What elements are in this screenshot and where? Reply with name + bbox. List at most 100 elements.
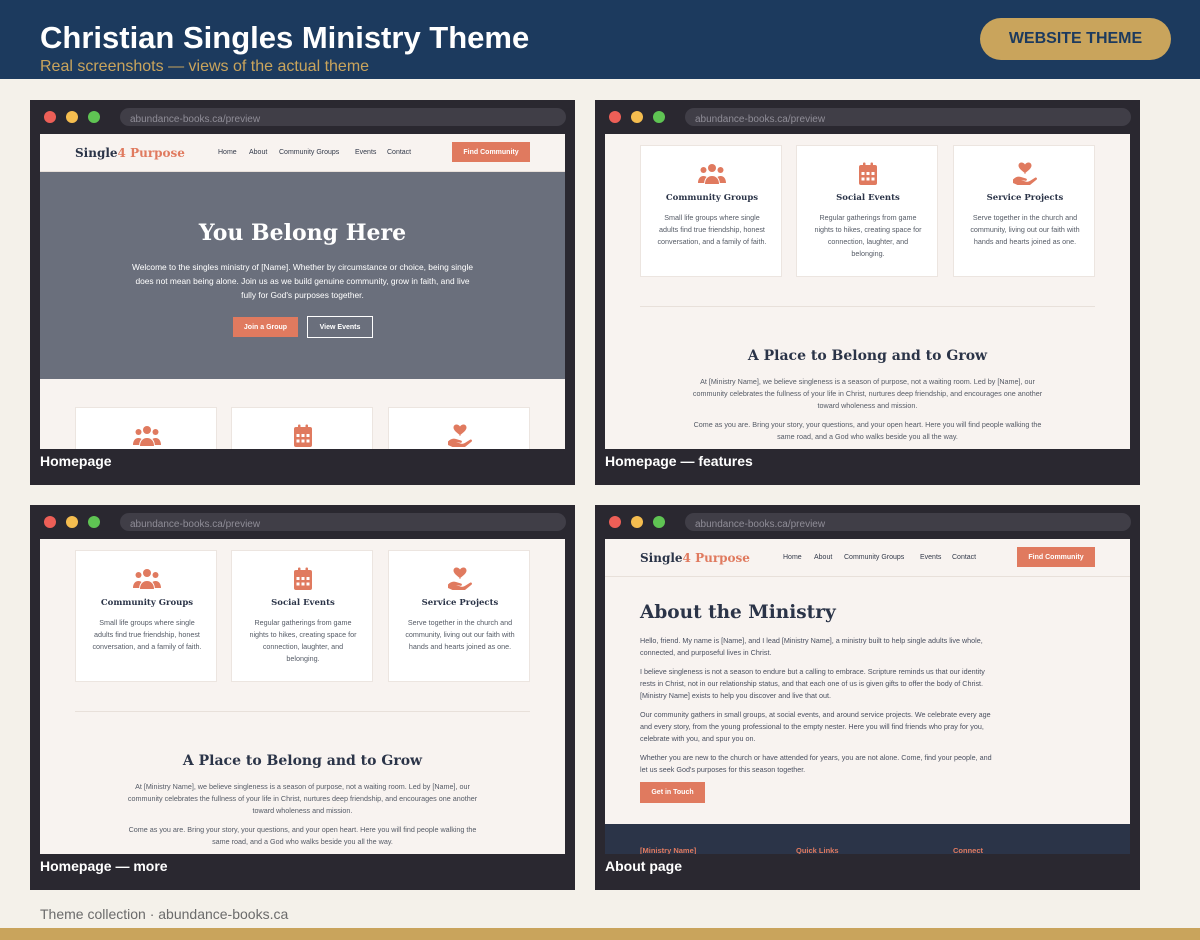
- card-title: Service Projects: [986, 193, 1064, 203]
- card-title: Social Events: [836, 193, 900, 203]
- nav-link-contact[interactable]: Contact: [387, 149, 411, 156]
- section-divider: [75, 711, 530, 712]
- minimize-window-icon[interactable]: [66, 111, 78, 123]
- nav-link-events[interactable]: Events: [355, 149, 376, 156]
- people-icon: [133, 424, 161, 448]
- calendar-icon: [289, 567, 317, 591]
- brand-main: Single: [75, 146, 118, 160]
- feature-card-social-events[interactable]: Social Events Regular gatherings from ga…: [231, 550, 373, 682]
- close-window-icon[interactable]: [44, 111, 56, 123]
- panel-caption: Homepage: [40, 453, 112, 469]
- footer-quick-links-heading: Quick Links: [796, 846, 839, 854]
- card-text: Regular gatherings from game nights to h…: [249, 618, 357, 663]
- heart-hand-icon: [446, 567, 474, 591]
- hero-text: Welcome to the singles ministry of [Name…: [131, 262, 474, 300]
- belong-paragraph-1: At [Ministry Name], we believe singlenes…: [692, 377, 1043, 410]
- hero-title: You Belong Here: [198, 220, 407, 246]
- browser-window-homepage: abundance-books.ca/preview Single4 Purpo…: [30, 100, 575, 485]
- panel-caption: Homepage — more: [40, 858, 168, 874]
- card-text: Small life groups where single adults fi…: [92, 618, 202, 651]
- close-window-icon[interactable]: [44, 516, 56, 528]
- heart-hand-icon: [1011, 162, 1039, 186]
- page-subtitle: Real screenshots — views of the actual t…: [40, 58, 370, 75]
- url-bar[interactable]: abundance-books.ca/preview: [685, 108, 1131, 126]
- about-paragraph-1: Hello, friend. My name is [Name], and I …: [640, 636, 983, 657]
- brand-main: Single: [640, 551, 683, 565]
- browser-window-features: abundance-books.ca/preview Community Gro…: [595, 100, 1140, 485]
- nav-link-community-groups[interactable]: Community Groups: [279, 149, 339, 156]
- site-footer: [Ministry Name] Quick Links Connect: [605, 824, 1130, 854]
- site-logo[interactable]: Single4 Purpose: [640, 551, 750, 565]
- join-group-button[interactable]: Join a Group: [233, 317, 298, 337]
- footer-ministry-heading: [Ministry Name]: [640, 846, 697, 854]
- belong-title: A Place to Belong and to Grow: [747, 348, 988, 364]
- panel-caption: Homepage — features: [605, 453, 753, 469]
- close-window-icon[interactable]: [609, 111, 621, 123]
- belong-paragraph-2: Come as you are. Bring your story, your …: [128, 825, 477, 846]
- nav-link-community-groups[interactable]: Community Groups: [844, 554, 904, 561]
- maximize-window-icon[interactable]: [653, 111, 665, 123]
- feature-card-service-projects[interactable]: Service Projects Serve together in the c…: [388, 550, 530, 682]
- site-nav: Single4 Purpose Home About Community Gro…: [605, 539, 1130, 577]
- url-bar[interactable]: abundance-books.ca/preview: [120, 513, 566, 531]
- browser-viewport: Single4 Purpose Home About Community Gro…: [40, 134, 565, 449]
- nav-link-home[interactable]: Home: [218, 149, 237, 156]
- belong-title: A Place to Belong and to Grow: [182, 753, 423, 769]
- minimize-window-icon[interactable]: [66, 516, 78, 528]
- brand-accent: 4 Purpose: [682, 551, 750, 565]
- minimize-window-icon[interactable]: [631, 516, 643, 528]
- credit-text: Theme collection · abundance-books.ca: [40, 906, 289, 922]
- panel-caption: About page: [605, 858, 682, 874]
- calendar-icon: [289, 424, 317, 448]
- minimize-window-icon[interactable]: [631, 111, 643, 123]
- site-nav: Single4 Purpose Home About Community Gro…: [40, 134, 565, 172]
- card-text: Small life groups where single adults fi…: [657, 213, 767, 246]
- close-window-icon[interactable]: [609, 516, 621, 528]
- maximize-window-icon[interactable]: [653, 516, 665, 528]
- about-paragraph-2: I believe singleness is not a season to …: [640, 667, 985, 700]
- feature-card-community-groups[interactable]: Community Groups Small life groups where…: [75, 550, 217, 682]
- find-community-button[interactable]: Find Community: [1017, 547, 1095, 567]
- footer-connect-heading: Connect: [953, 846, 983, 854]
- maximize-window-icon[interactable]: [88, 516, 100, 528]
- page-title: Christian Singles Ministry Theme: [40, 20, 530, 55]
- website-theme-badge[interactable]: WEBSITE THEME: [980, 18, 1171, 60]
- nav-link-events[interactable]: Events: [920, 554, 941, 561]
- about-paragraph-4: Whether you are new to the church or hav…: [640, 753, 992, 774]
- url-bar[interactable]: abundance-books.ca/preview: [685, 513, 1131, 531]
- calendar-icon: [854, 162, 882, 186]
- page-header: Christian Singles Ministry Theme Real sc…: [0, 0, 1200, 79]
- view-events-button[interactable]: View Events: [307, 316, 373, 338]
- get-in-touch-button[interactable]: Get in Touch: [640, 782, 705, 803]
- card-title: Social Events: [271, 598, 335, 608]
- card-text: Regular gatherings from game nights to h…: [814, 213, 922, 258]
- feature-card-social-events[interactable]: [231, 407, 373, 449]
- section-divider: [640, 306, 1095, 307]
- card-title: Service Projects: [421, 598, 499, 608]
- site-logo[interactable]: Single4 Purpose: [75, 146, 185, 160]
- belong-paragraph-1: At [Ministry Name], we believe singlenes…: [127, 782, 478, 815]
- nav-link-contact[interactable]: Contact: [952, 554, 976, 561]
- bottom-accent-bar: [0, 928, 1200, 940]
- feature-card-community-groups[interactable]: [75, 407, 217, 449]
- feature-card-social-events[interactable]: Social Events Regular gatherings from ga…: [796, 145, 938, 277]
- maximize-window-icon[interactable]: [88, 111, 100, 123]
- nav-link-home[interactable]: Home: [783, 554, 802, 561]
- card-title: Community Groups: [665, 193, 759, 203]
- browser-window-more: abundance-books.ca/preview Community Gro…: [30, 505, 575, 890]
- url-bar[interactable]: abundance-books.ca/preview: [120, 108, 566, 126]
- nav-link-about[interactable]: About: [249, 149, 267, 156]
- about-paragraph-3: Our community gathers in small groups, a…: [640, 710, 991, 743]
- card-title: Community Groups: [100, 598, 194, 608]
- nav-link-about[interactable]: About: [814, 554, 832, 561]
- belong-paragraph-2: Come as you are. Bring your story, your …: [693, 420, 1042, 441]
- browser-viewport: Community Groups Small life groups where…: [40, 539, 565, 854]
- people-icon: [698, 162, 726, 186]
- find-community-button[interactable]: Find Community: [452, 142, 530, 162]
- feature-card-community-groups[interactable]: Community Groups Small life groups where…: [640, 145, 782, 277]
- feature-card-service-projects[interactable]: Service Projects Serve together in the c…: [953, 145, 1095, 277]
- brand-accent: 4 Purpose: [117, 146, 185, 160]
- card-text: Serve together in the church and communi…: [405, 618, 515, 651]
- hero-section: You Belong Here Welcome to the singles m…: [40, 172, 565, 379]
- feature-card-service-projects[interactable]: [388, 407, 530, 449]
